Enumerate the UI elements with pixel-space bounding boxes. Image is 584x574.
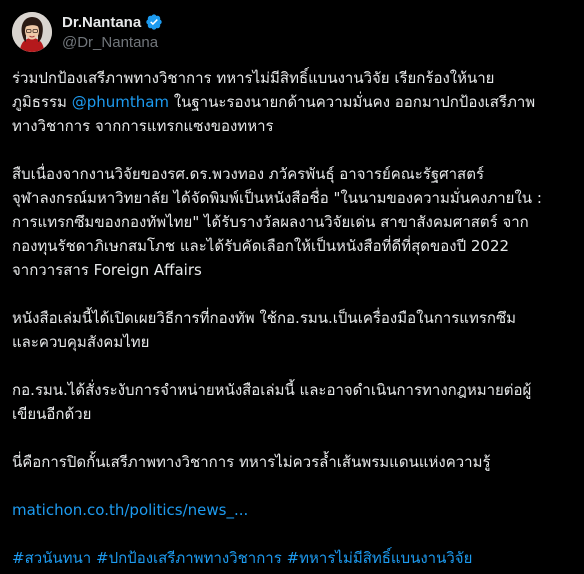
text-line: นี่คือการปิดกั้นเสรีภาพทางวิชาการ ทหารไม…: [12, 453, 491, 471]
verified-badge-icon[interactable]: [145, 13, 163, 31]
avatar-portrait-icon: [12, 12, 52, 52]
text-line: กอ.รมน.ได้สั่งระงับการจำหน่ายหนังสือเล่ม…: [12, 381, 532, 399]
tweet-text: ร่วมปกป้องเสรีภาพทางวิชาการ ทหารไม่มีสิท…: [12, 66, 572, 570]
text-line: จากวารสาร Foreign Affairs: [12, 261, 202, 279]
text-line: ทางวิชาการ จากการแทรกแซงของทหาร: [12, 117, 274, 135]
text-line: เขียนอีกด้วย: [12, 405, 92, 423]
name-row: Dr.Nantana: [62, 13, 163, 32]
external-link[interactable]: matichon.co.th/politics/news_...: [12, 501, 248, 519]
text-line: ร่วมปกป้องเสรีภาพทางวิชาการ ทหารไม่มีสิท…: [12, 69, 495, 87]
text-line: หนังสือเล่มนี้ได้เปิดเผยวิธีการที่กองทัพ…: [12, 309, 517, 327]
text-line: matichon.co.th/politics/news_...: [12, 498, 572, 522]
text-line: การแทรกซึมของกองทัพไทย" ได้รับรางวัลผลงา…: [12, 213, 529, 231]
hashtag-line: #สวนันทนา #ปกป้องเสรีภาพทางวิชาการ #ทหาร…: [12, 546, 572, 570]
text-line: และควบคุมสังคมไทย: [12, 333, 150, 351]
tweet: Dr.Nantana @Dr_Nantana ร่วมปกป้องเสรีภาพ…: [0, 0, 584, 574]
hashtag-link[interactable]: #ปกป้องเสรีภาพทางวิชาการ: [96, 549, 282, 567]
tweet-header: Dr.Nantana @Dr_Nantana: [12, 10, 163, 54]
text-line: ภูมิธรรม @phumtham ในฐานะรองนายกด้านความ…: [12, 90, 572, 114]
mention-link[interactable]: @phumtham: [72, 93, 169, 111]
text-line: สืบเนื่องจากงานวิจัยของรศ.ดร.พวงทอง ภวัค…: [12, 165, 485, 183]
text-line: จุฬาลงกรณ์มหาวิทยาลัย ได้จัดพิมพ์เป็นหนั…: [12, 189, 542, 207]
author-handle[interactable]: @Dr_Nantana: [62, 33, 163, 52]
author-info: Dr.Nantana @Dr_Nantana: [62, 13, 163, 52]
display-name[interactable]: Dr.Nantana: [62, 13, 141, 32]
text-segment: ในฐานะรองนายกด้านความมั่นคง ออกมาปกป้องเ…: [169, 93, 536, 111]
avatar[interactable]: [12, 12, 52, 52]
text-line: กองทุนรัชดาภิเษกสมโภช และได้รับคัดเลือกใ…: [12, 237, 510, 255]
hashtag-link[interactable]: #ทหารไม่มีสิทธิ์แบนงานวิจัย: [287, 549, 473, 567]
hashtag-link[interactable]: #สวนันทนา: [12, 549, 91, 567]
text-segment: ภูมิธรรม: [12, 93, 72, 111]
